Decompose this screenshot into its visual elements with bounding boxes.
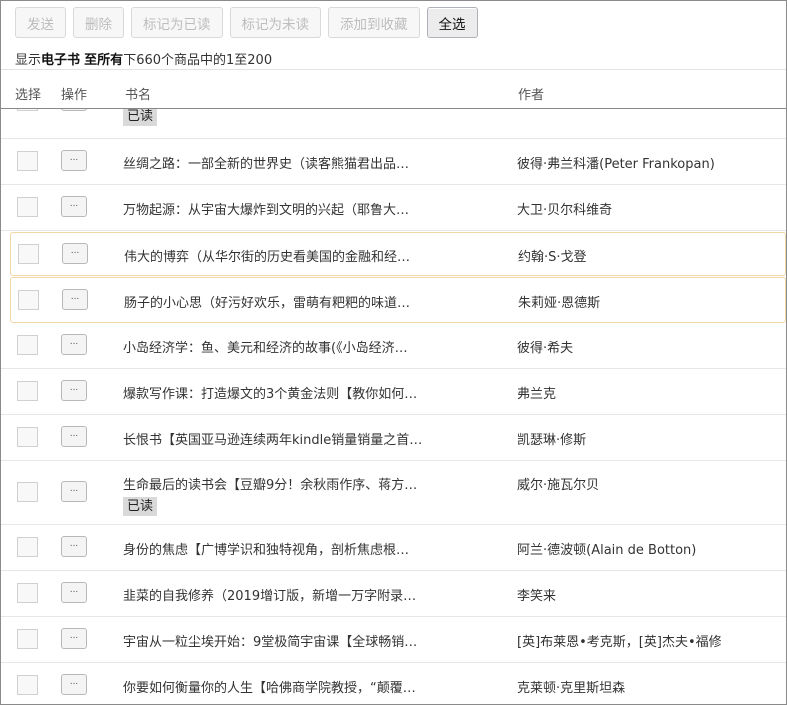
row-actions-button[interactable]: ... [61, 628, 87, 649]
select-all-button[interactable]: 全选 [426, 7, 478, 38]
table-row[interactable]: ... 爆款写作课：打造爆文的3个黄金法则【教你如何… 弗兰克 [1, 369, 786, 415]
table-row[interactable]: ... 肠子的小心思（好污好欢乐，雷萌有粑粑的味道… 朱莉娅·恩德斯 [10, 277, 786, 323]
row-actions-button[interactable]: ... [61, 674, 87, 695]
row-actions-button[interactable]: ... [61, 150, 87, 171]
book-title[interactable]: 长恨书【英国亚马逊连续两年kindle销量销量之首… [123, 429, 422, 448]
column-header-author[interactable]: 作者 [518, 84, 544, 103]
book-author: 威尔·施瓦尔贝 [517, 478, 600, 493]
table-row[interactable]: ... 宇宙从一粒尘埃开始：9堂极简宇宙课【全球畅销… [英]布莱恩•考克斯，[英]… [1, 617, 786, 663]
book-list[interactable]: ... 已读... 丝绸之路：一部全新的世界史（读客熊猫君出品… 彼得·弗兰科潘(Pe… [1, 109, 786, 704]
row-actions-button[interactable]: ... [62, 243, 88, 264]
table-row[interactable]: ... 已读 [1, 109, 786, 139]
row-checkbox[interactable] [17, 629, 38, 649]
book-title[interactable]: 万物起源：从宇宙大爆炸到文明的兴起（耶鲁大… [123, 199, 409, 218]
book-title[interactable]: 宇宙从一粒尘埃开始：9堂极简宇宙课【全球畅销… [123, 631, 417, 650]
book-title[interactable]: 小岛经济学：鱼、美元和经济的故事(《小岛经济… [123, 337, 408, 356]
row-checkbox[interactable] [17, 109, 38, 111]
book-title[interactable]: 伟大的博弈（从华尔街的历史看美国的金融和经… [124, 246, 410, 265]
table-row[interactable]: ... 伟大的博弈（从华尔街的历史看美国的金融和经… 约翰·S·戈登 [10, 232, 786, 276]
book-author: 约翰·S·戈登 [518, 250, 587, 265]
row-actions-button[interactable]: ... [61, 582, 87, 603]
table-row[interactable]: ... 万物起源：从宇宙大爆炸到文明的兴起（耶鲁大… 大卫·贝尔科维奇 [1, 185, 786, 231]
row-checkbox[interactable] [18, 290, 39, 310]
table-row[interactable]: ... 韭菜的自我修养（2019增订版，新增一万字附录… 李笑来 [1, 571, 786, 617]
book-title[interactable]: 肠子的小心思（好污好欢乐，雷萌有粑粑的味道… [124, 292, 410, 311]
mark-read-button[interactable]: 标记为已读 [131, 7, 223, 38]
table-header: 选择 操作 书名 作者 [1, 69, 786, 109]
book-title[interactable]: 丝绸之路：一部全新的世界史（读客熊猫君出品… [123, 153, 409, 172]
delete-button[interactable]: 删除 [73, 7, 124, 38]
row-actions-button[interactable]: ... [61, 426, 87, 447]
table-row[interactable]: ... 生命最后的读书会【豆瓣9分！余秋雨作序、蒋方… 威尔·施瓦尔贝已读 [1, 461, 786, 525]
column-header-ops: 操作 [61, 88, 88, 103]
book-title[interactable]: 韭菜的自我修养（2019增订版，新增一万字附录… [123, 585, 416, 604]
row-checkbox[interactable] [17, 583, 38, 603]
send-button[interactable]: 发送 [15, 7, 66, 38]
row-actions-button[interactable]: ... [61, 109, 87, 111]
table-row[interactable]: ... 长恨书【英国亚马逊连续两年kindle销量销量之首… 凯瑟琳·修斯 [1, 415, 786, 461]
row-actions-button[interactable]: ... [61, 196, 87, 217]
mark-unread-button[interactable]: 标记为未读 [229, 7, 321, 38]
summary-prefix: 显示 [15, 53, 42, 68]
row-checkbox[interactable] [17, 151, 38, 171]
summary-count: 下660个商品中的1至200 [123, 53, 273, 68]
book-author: 凯瑟琳·修斯 [517, 433, 587, 448]
row-actions-button[interactable]: ... [61, 481, 87, 502]
book-author: 彼得·希夫 [517, 341, 574, 356]
add-to-collection-button[interactable]: 添加到收藏 [328, 7, 420, 38]
row-checkbox[interactable] [17, 675, 38, 695]
summary-type-link[interactable]: 电子书 [41, 53, 80, 68]
table-row[interactable]: ... 丝绸之路：一部全新的世界史（读客熊猫君出品… 彼得·弗兰科潘(Peter F… [1, 139, 786, 185]
column-header-select: 选择 [15, 88, 42, 103]
book-author: [英]布莱恩•考克斯，[英]杰夫•福修 [517, 635, 722, 650]
row-checkbox[interactable] [17, 335, 38, 355]
row-checkbox[interactable] [17, 482, 38, 502]
book-title[interactable]: 身份的焦虑【广博学识和独特视角，剖析焦虑根… [123, 539, 409, 558]
table-row[interactable]: ... 小岛经济学：鱼、美元和经济的故事(《小岛经济… 彼得·希夫 [1, 323, 786, 369]
toolbar: 发送 删除 标记为已读 标记为未读 添加到收藏 全选 [15, 7, 478, 39]
book-author: 克莱顿·克里斯坦森 [517, 681, 626, 696]
book-title[interactable]: 生命最后的读书会【豆瓣9分！余秋雨作序、蒋方… [123, 474, 417, 493]
row-actions-button[interactable]: ... [61, 334, 87, 355]
kindle-library-window: 发送 删除 标记为已读 标记为未读 添加到收藏 全选 显示电子书 至所有下660… [0, 0, 787, 705]
row-checkbox[interactable] [17, 427, 38, 447]
read-status-badge: 已读 [123, 109, 158, 126]
book-author: 李笑来 [517, 589, 557, 604]
results-summary: 显示电子书 至所有下660个商品中的1至200 [15, 49, 272, 68]
book-author: 彼得·弗兰科潘(Peter Frankopan) [517, 157, 715, 172]
book-title[interactable]: 爆款写作课：打造爆文的3个黄金法则【教你如何… [123, 383, 417, 402]
row-actions-button[interactable]: ... [61, 536, 87, 557]
book-title[interactable]: 你要如何衡量你的人生【哈佛商学院教授，“颠覆… [123, 677, 416, 696]
book-author: 朱莉娅·恩德斯 [518, 296, 601, 311]
row-checkbox[interactable] [18, 244, 39, 264]
row-checkbox[interactable] [17, 381, 38, 401]
read-status-badge: 已读 [123, 497, 158, 516]
row-checkbox[interactable] [17, 537, 38, 557]
book-author: 阿兰·德波顿(Alain de Botton) [517, 543, 697, 558]
book-rows: ... 已读... 丝绸之路：一部全新的世界史（读客熊猫君出品… 彼得·弗兰科潘(Pe… [1, 109, 786, 704]
row-actions-button[interactable]: ... [61, 380, 87, 401]
table-row[interactable]: ... 身份的焦虑【广博学识和独特视角，剖析焦虑根… 阿兰·德波顿(Alain de… [1, 525, 786, 571]
table-row[interactable]: ... 你要如何衡量你的人生【哈佛商学院教授，“颠覆… 克莱顿·克里斯坦森 [1, 663, 786, 704]
row-checkbox[interactable] [17, 197, 38, 217]
book-author: 弗兰克 [517, 387, 557, 402]
book-author: 大卫·贝尔科维奇 [517, 203, 613, 218]
column-header-title[interactable]: 书名 [125, 84, 151, 103]
summary-scope-link[interactable]: 至所有 [84, 53, 123, 68]
row-actions-button[interactable]: ... [62, 289, 88, 310]
